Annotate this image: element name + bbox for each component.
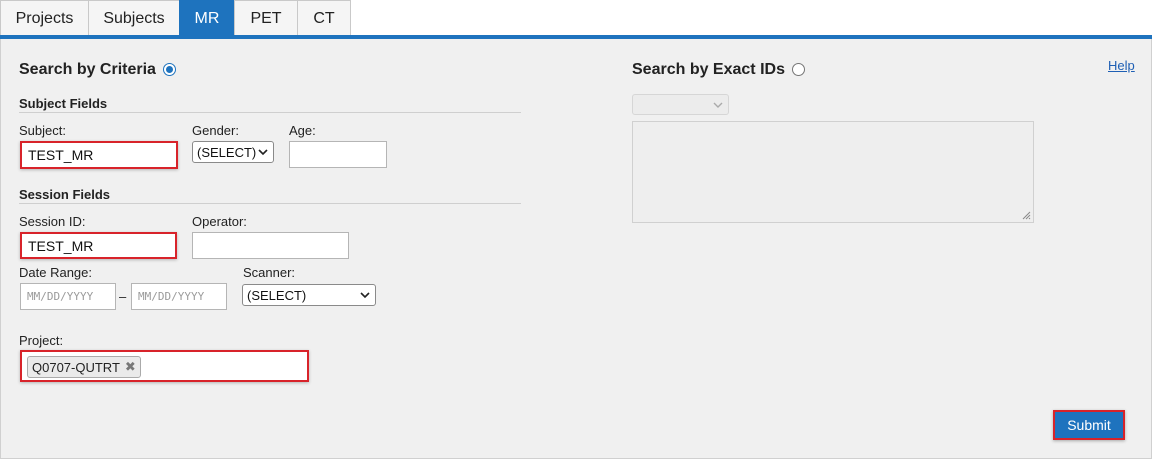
- chevron-down-icon: [360, 292, 370, 299]
- gender-select[interactable]: (SELECT): [192, 141, 274, 163]
- date-to-input[interactable]: MM/DD/YYYY: [131, 283, 227, 310]
- exact-ids-title: Search by Exact IDs: [632, 61, 785, 78]
- date-from-input[interactable]: MM/DD/YYYY: [20, 283, 116, 310]
- scanner-label: Scanner:: [243, 265, 296, 280]
- session-id-input-value: TEST_MR: [28, 237, 94, 254]
- subject-input-value: TEST_MR: [28, 147, 94, 163]
- search-panel: Search by Criteria Subject Fields Subjec…: [0, 39, 1152, 459]
- date-range-separator: –: [119, 289, 127, 304]
- tab-projects[interactable]: Projects: [0, 0, 89, 36]
- session-id-input[interactable]: TEST_MR: [20, 232, 177, 259]
- operator-input[interactable]: [192, 232, 349, 259]
- project-tag-label: Q0707-QUTRT: [32, 359, 120, 375]
- tab-mr[interactable]: MR: [179, 0, 235, 36]
- operator-label: Operator:: [192, 214, 247, 229]
- tab-subjects[interactable]: Subjects: [88, 0, 180, 36]
- session-fields-heading: Session Fields: [19, 187, 111, 202]
- subject-fields-heading: Subject Fields: [19, 96, 108, 111]
- submit-button[interactable]: Submit: [1053, 410, 1125, 440]
- date-range-label: Date Range:: [19, 265, 92, 280]
- chevron-down-icon: [258, 149, 268, 156]
- remove-tag-icon[interactable]: ✖: [125, 359, 136, 375]
- project-tag: Q0707-QUTRT ✖: [27, 356, 141, 378]
- age-input[interactable]: [289, 141, 387, 168]
- tab-ct[interactable]: CT: [297, 0, 351, 36]
- subject-input[interactable]: TEST_MR: [20, 141, 178, 169]
- scanner-select-value: (SELECT): [247, 287, 307, 303]
- age-label: Age:: [289, 123, 316, 138]
- subject-label: Subject:: [19, 123, 66, 138]
- criteria-radio[interactable]: [163, 63, 176, 76]
- session-fields-divider: [19, 203, 521, 204]
- exact-ids-textarea[interactable]: [632, 121, 1034, 223]
- date-to-placeholder: MM/DD/YYYY: [138, 290, 205, 303]
- project-input[interactable]: Q0707-QUTRT ✖: [20, 350, 309, 382]
- session-id-label: Session ID:: [19, 214, 86, 229]
- resize-handle-icon[interactable]: [1021, 210, 1031, 220]
- scanner-select[interactable]: (SELECT): [242, 284, 376, 306]
- tab-pet[interactable]: PET: [234, 0, 298, 36]
- tab-bar: Projects Subjects MR PET CT: [0, 0, 1152, 36]
- chevron-down-icon: [713, 102, 723, 108]
- id-type-select[interactable]: [632, 94, 729, 115]
- subject-fields-divider: [19, 112, 521, 113]
- project-label: Project:: [19, 333, 64, 348]
- gender-select-value: (SELECT): [197, 144, 257, 160]
- exact-ids-radio[interactable]: [792, 63, 805, 76]
- date-from-placeholder: MM/DD/YYYY: [27, 290, 94, 303]
- gender-label: Gender:: [192, 123, 239, 138]
- help-link[interactable]: Help: [1108, 58, 1135, 73]
- criteria-title: Search by Criteria: [19, 61, 156, 78]
